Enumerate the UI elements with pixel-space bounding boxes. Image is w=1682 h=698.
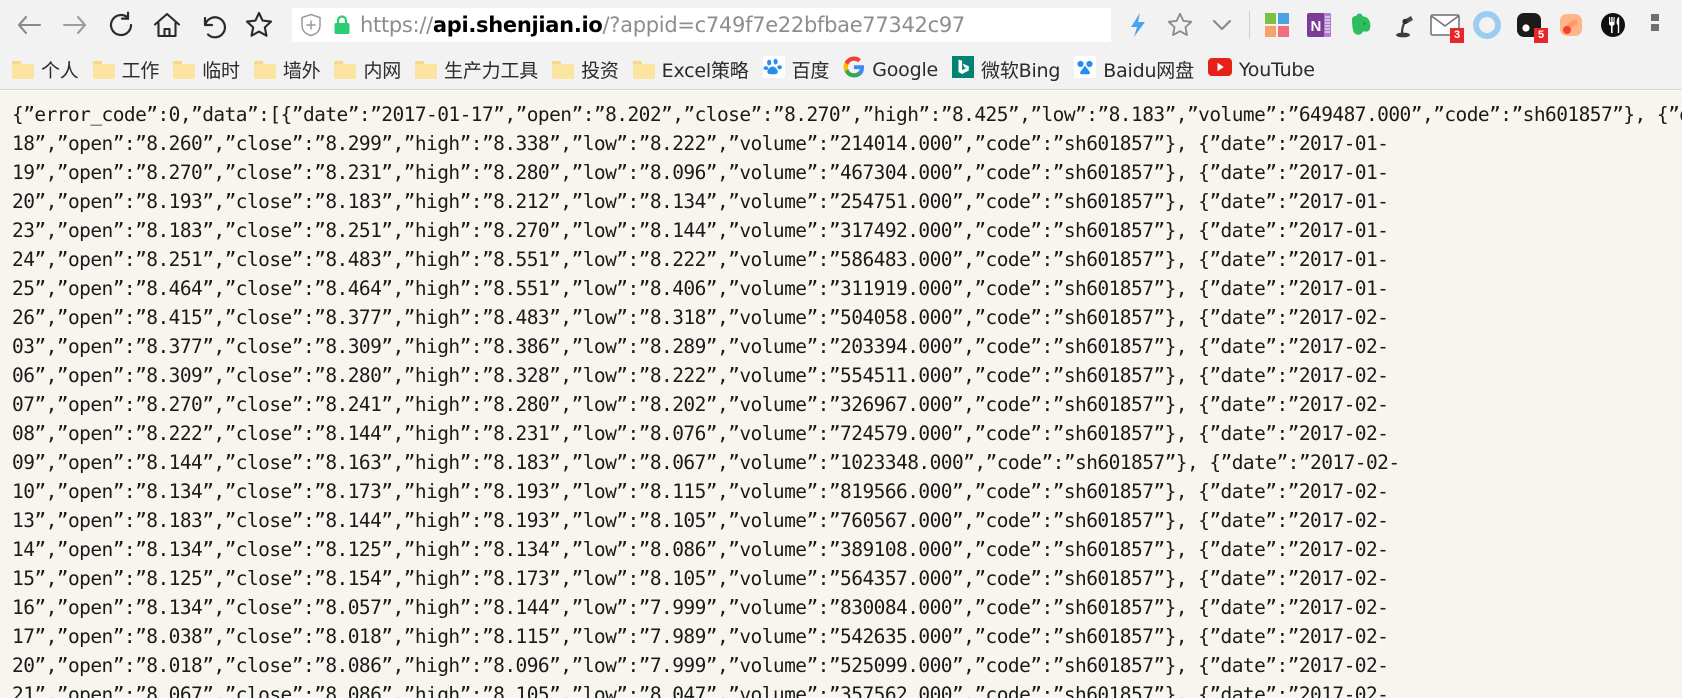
- json-line: 06”,”open”:”8.309”,”close”:”8.280”,”high…: [12, 364, 1389, 387]
- mail-extension-icon[interactable]: 3: [1424, 2, 1466, 48]
- json-line: 16”,”open”:”8.134”,”close”:”8.057”,”high…: [12, 596, 1389, 619]
- folder-icon: [415, 60, 438, 79]
- bookmark-youtube[interactable]: YouTube: [1202, 54, 1321, 86]
- baidu-pan-icon: [1074, 56, 1097, 83]
- json-line: 17”,”open”:”8.038”,”close”:”8.018”,”high…: [12, 625, 1389, 648]
- bookmark-folder-temporary[interactable]: 临时: [167, 54, 246, 86]
- reload-button[interactable]: [98, 2, 144, 48]
- undo-button[interactable]: [190, 2, 236, 48]
- shield-plus-icon[interactable]: [300, 13, 322, 37]
- bookmark-folder-investment[interactable]: 投资: [546, 54, 625, 86]
- green-padlock-icon: [332, 14, 352, 36]
- json-line: 10”,”open”:”8.134”,”close”:”8.173”,”high…: [12, 480, 1389, 503]
- svg-text:N: N: [1311, 18, 1322, 35]
- bookmark-baidu-pan[interactable]: Baidu网盘: [1068, 54, 1200, 86]
- forward-button[interactable]: [52, 2, 98, 48]
- folder-icon: [253, 60, 276, 79]
- folder-icon: [12, 60, 34, 79]
- json-line: 20”,”open”:”8.193”,”close”:”8.183”,”high…: [12, 190, 1389, 213]
- json-line: 15”,”open”:”8.125”,”close”:”8.154”,”high…: [12, 567, 1389, 590]
- bookmark-folder-work[interactable]: 工作: [87, 54, 166, 86]
- json-line: 26”,”open”:”8.415”,”close”:”8.377”,”high…: [12, 306, 1389, 329]
- address-bar-url: https://api.shenjian.io/?appid=c749f7e22…: [360, 13, 965, 37]
- folder-icon: [173, 60, 196, 79]
- url-path: /?appid=c749f7e22bfbae77342c97: [602, 13, 965, 37]
- pocket-badge-count: 5: [1534, 28, 1548, 43]
- orange-rss-icon[interactable]: [1550, 2, 1592, 48]
- folder-icon: [334, 60, 357, 79]
- blue-ring-icon[interactable]: [1466, 2, 1508, 48]
- baidu-paw-icon: [762, 56, 785, 83]
- json-line: {”error_code”:0,”data”:[{”date”:”2017-01…: [12, 103, 1682, 126]
- bookmark-label: 微软Bing: [981, 60, 1061, 82]
- bookmark-baidu[interactable]: 百度: [757, 54, 836, 86]
- url-scheme: https://: [360, 13, 433, 37]
- bookmark-label: 百度: [791, 60, 830, 82]
- json-line: 18”,”open”:”8.260”,”close”:”8.299”,”high…: [12, 132, 1389, 155]
- bookmark-folder-excel-strategy[interactable]: Excel策略: [627, 54, 755, 86]
- bookmark-folder-productivity[interactable]: 生产力工具: [409, 54, 544, 86]
- folder-icon: [632, 60, 655, 79]
- bookmark-google[interactable]: Google: [837, 54, 944, 86]
- json-line: 23”,”open”:”8.183”,”close”:”8.251”,”high…: [12, 219, 1389, 242]
- favorite-star-button[interactable]: [236, 2, 282, 48]
- bookmark-label: YouTube: [1238, 58, 1315, 81]
- json-line: 14”,”open”:”8.134”,”close”:”8.125”,”high…: [12, 538, 1389, 561]
- lightning-bolt-icon[interactable]: [1117, 2, 1159, 48]
- bookmark-folder-outside-wall[interactable]: 墙外: [248, 54, 327, 86]
- bing-b-icon: [952, 56, 975, 83]
- home-button[interactable]: [144, 2, 190, 48]
- bookmark-microsoft-bing[interactable]: 微软Bing: [946, 54, 1066, 86]
- bookmark-label: Google: [872, 58, 939, 81]
- page-content: {”error_code”:0,”data”:[{”date”:”2017-01…: [0, 91, 1682, 698]
- more-vertical-icon[interactable]: [1634, 2, 1676, 48]
- bookmark-label: 内网: [363, 60, 402, 82]
- bookmark-star-button[interactable]: [1159, 2, 1201, 48]
- json-line: 20”,”open”:”8.018”,”close”:”8.086”,”high…: [12, 654, 1389, 677]
- bookmark-label: 工作: [121, 60, 160, 82]
- office-grid-icon[interactable]: [1256, 2, 1298, 48]
- browser-window: https://api.shenjian.io/?appid=c749f7e22…: [0, 0, 1682, 698]
- desk-lamp-icon[interactable]: [1382, 2, 1424, 48]
- url-host: api.shenjian.io: [432, 13, 603, 37]
- bookmark-label: 临时: [202, 60, 240, 82]
- browser-toolbar: https://api.shenjian.io/?appid=c749f7e22…: [0, 0, 1682, 50]
- mail-badge-count: 3: [1450, 28, 1464, 43]
- json-line: 03”,”open”:”8.377”,”close”:”8.309”,”high…: [12, 335, 1389, 358]
- bookmark-label: 投资: [581, 60, 619, 82]
- bookmark-label: 个人: [41, 60, 79, 82]
- bookmark-label: 墙外: [282, 60, 321, 82]
- toolbar-right-actions: N 3 5: [1117, 0, 1676, 50]
- json-line: 19”,”open”:”8.270”,”close”:”8.231”,”high…: [12, 161, 1389, 184]
- pocket-extension-icon[interactable]: 5: [1508, 2, 1550, 48]
- json-line: 08”,”open”:”8.222”,”close”:”8.144”,”high…: [12, 422, 1389, 445]
- bookmark-folder-personal[interactable]: 个人: [6, 54, 85, 86]
- bookmark-folder-intranet[interactable]: 内网: [328, 54, 407, 86]
- json-line: 24”,”open”:”8.251”,”close”:”8.483”,”high…: [12, 248, 1389, 271]
- bookmark-label: Baidu网盘: [1103, 60, 1194, 82]
- folder-icon: [552, 60, 575, 79]
- fork-circle-icon[interactable]: [1592, 2, 1634, 48]
- json-line: 25”,”open”:”8.464”,”close”:”8.464”,”high…: [12, 277, 1389, 300]
- json-line: 07”,”open”:”8.270”,”close”:”8.241”,”high…: [12, 393, 1389, 416]
- json-line: 21”,”open”:”8.067”,”close”:”8.086”,”high…: [12, 683, 1389, 698]
- onenote-icon[interactable]: N: [1298, 2, 1340, 48]
- address-bar[interactable]: https://api.shenjian.io/?appid=c749f7e22…: [292, 8, 1111, 42]
- bookmark-label: Excel策略: [661, 60, 749, 82]
- json-response-text: {”error_code”:0,”data”:[{”date”:”2017-01…: [0, 91, 1682, 698]
- back-button[interactable]: [6, 2, 52, 48]
- folder-icon: [92, 60, 115, 79]
- google-g-icon: [843, 56, 865, 83]
- json-line: 09”,”open”:”8.144”,”close”:”8.163”,”high…: [12, 451, 1400, 474]
- address-bar-container: https://api.shenjian.io/?appid=c749f7e22…: [292, 8, 1111, 42]
- chevron-down-icon[interactable]: [1201, 2, 1243, 48]
- toolbar-divider: [1249, 11, 1250, 39]
- bookmarks-bar: 个人 工作 临时 墙外 内网 生产力工具 投资 Excel策略 百度 Googl…: [0, 50, 1682, 90]
- bookmark-label: 生产力工具: [444, 60, 539, 82]
- evernote-elephant-icon[interactable]: [1340, 2, 1382, 48]
- youtube-play-icon: [1207, 58, 1232, 81]
- json-line: 13”,”open”:”8.183”,”close”:”8.144”,”high…: [12, 509, 1389, 532]
